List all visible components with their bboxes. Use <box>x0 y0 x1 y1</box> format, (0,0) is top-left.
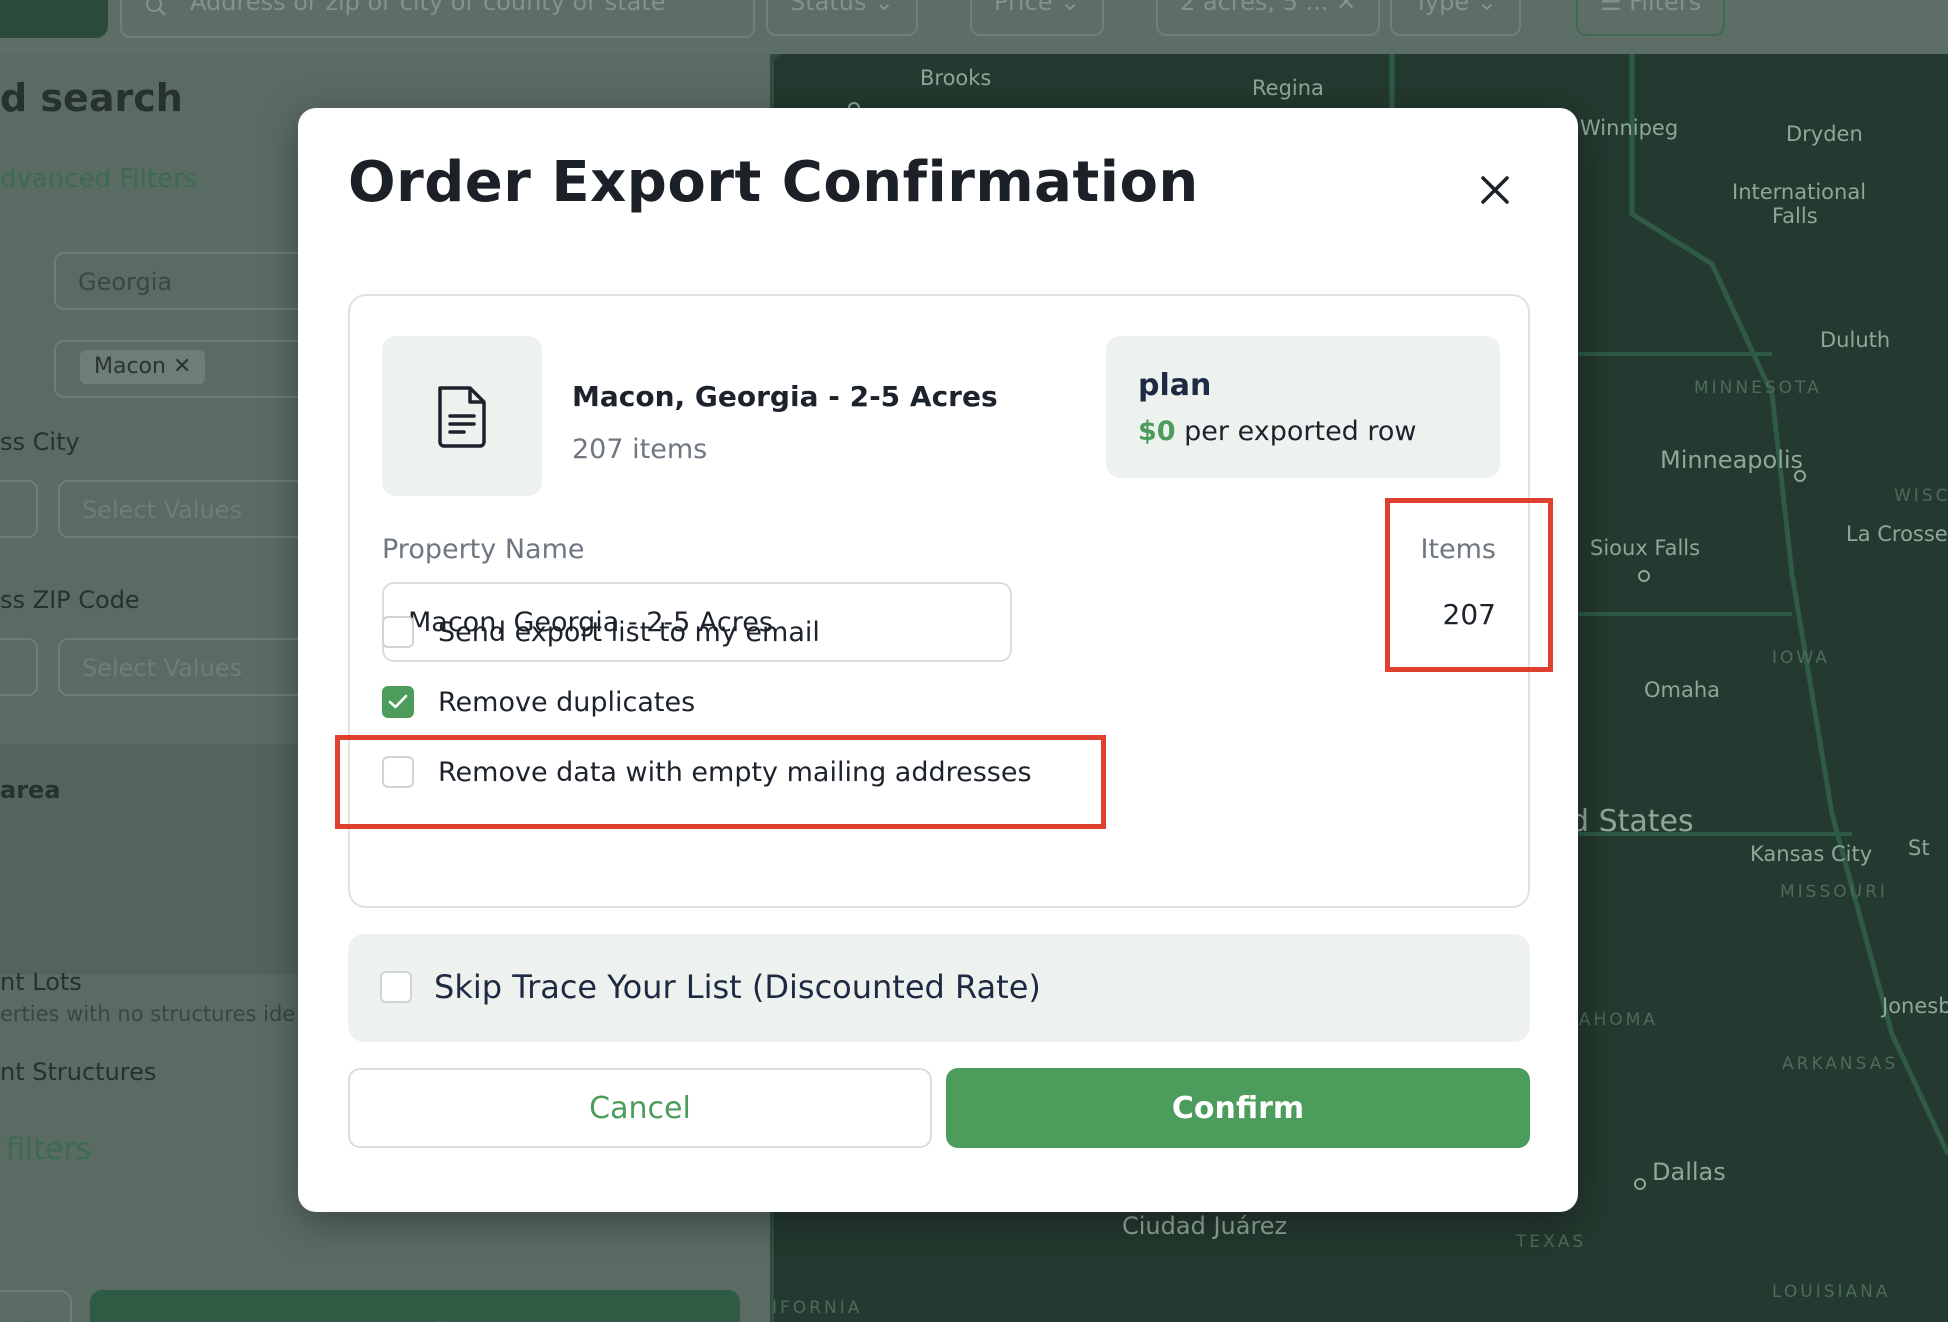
sidebar-title: d search <box>0 76 183 120</box>
map-label-dallas: Dallas <box>1652 1158 1726 1186</box>
send-email-checkbox[interactable] <box>382 616 414 648</box>
remove-duplicates-checkbox[interactable] <box>382 686 414 718</box>
map-label-falls: Falls <box>1772 204 1818 228</box>
remove-empty-mailing-label: Remove data with empty mailing addresses <box>438 756 1032 788</box>
plan-title: plan <box>1138 368 1212 403</box>
plan-box: plan $0 per exported row <box>1106 336 1500 478</box>
price-filter-pill[interactable]: Price ⌄ <box>970 0 1105 36</box>
price-pill-label: Price <box>994 0 1053 16</box>
city-placeholder: Select Values <box>82 496 243 524</box>
filters-button[interactable]: ☰ Filters <box>1576 0 1726 36</box>
skip-trace-checkbox[interactable] <box>380 971 412 1003</box>
map-label-dryden: Dryden <box>1786 122 1863 146</box>
map-state-wisconsin: WISC <box>1894 486 1948 506</box>
send-email-label: Send export list to my email <box>438 616 820 648</box>
county-tag[interactable]: Macon ✕ <box>80 350 206 384</box>
status-pill-label: Status <box>790 0 867 16</box>
remove-empty-mailing-checkbox[interactable] <box>382 756 414 788</box>
plan-price-unit: per exported row <box>1184 416 1417 447</box>
search-icon <box>146 0 166 16</box>
map-label-kansas-city: Kansas City <box>1750 842 1873 866</box>
more-filters-link[interactable]: filters <box>6 1132 91 1167</box>
zip-operator-select[interactable] <box>0 638 38 696</box>
map-state-iowa: IOWA <box>1772 648 1830 668</box>
state-value: Georgia <box>78 268 173 296</box>
menu-button[interactable] <box>0 0 108 38</box>
vacant-lots-label: nt Lots <box>0 968 82 996</box>
document-icon <box>438 386 486 448</box>
size-filter-pill[interactable]: 2 acres, 5 ... ✕ <box>1156 0 1381 36</box>
map-label-minneapolis: Minneapolis <box>1660 446 1804 474</box>
map-state-louisiana: LOUISIANA <box>1772 1282 1891 1302</box>
close-icon[interactable] <box>1473 168 1517 212</box>
map-label-winnipeg: Winnipeg <box>1580 116 1679 140</box>
vacant-structures-label: nt Structures <box>0 1058 157 1086</box>
map-state-minnesota: MINNESOTA <box>1694 378 1822 398</box>
remove-duplicates-option[interactable]: Remove duplicates <box>382 682 695 722</box>
send-email-option[interactable]: Send export list to my email <box>382 612 820 652</box>
confirm-button[interactable]: Confirm <box>946 1068 1530 1148</box>
map-label-la-crosse: La Crosse <box>1846 522 1948 546</box>
top-bar: Address or zip or city or county or stat… <box>0 0 1948 54</box>
type-pill-label: Type <box>1414 0 1470 16</box>
cancel-button[interactable]: Cancel <box>348 1068 932 1148</box>
map-state-california: IFORNIA <box>772 1298 863 1318</box>
filters-label: Filters <box>1629 0 1702 16</box>
area-label: area <box>0 776 61 804</box>
modal-title: Order Export Confirmation <box>348 150 1199 215</box>
zip-placeholder: Select Values <box>82 654 243 682</box>
file-name: Macon, Georgia - 2-5 Acres <box>572 380 998 413</box>
clear-all-button[interactable]: all <box>0 1290 72 1322</box>
plan-price-amount: $0 <box>1138 416 1176 447</box>
export-details-card: Macon, Georgia - 2-5 Acres 207 items pla… <box>348 294 1530 908</box>
map-label-regina: Regina <box>1252 76 1324 100</box>
remove-duplicates-label: Remove duplicates <box>438 686 696 718</box>
file-tile <box>382 336 542 496</box>
map-label-duluth: Duluth <box>1820 328 1891 352</box>
map-label-brooks: Brooks <box>920 66 992 90</box>
vacant-lots-description: erties with no structures ide <box>0 1002 296 1026</box>
plan-price: $0 per exported row <box>1138 416 1417 447</box>
map-state-texas: TEXAS <box>1516 1232 1587 1252</box>
map-state-arkansas: ARKANSAS <box>1782 1054 1899 1074</box>
map-label-international: International <box>1732 180 1867 204</box>
skip-trace-box: Skip Trace Your List (Discounted Rate) <box>348 934 1530 1042</box>
map-label-st: St <box>1908 836 1930 860</box>
property-name-label: Property Name <box>382 534 585 565</box>
map-label-ciudad-juarez: Ciudad Juárez <box>1122 1212 1288 1240</box>
order-export-modal: Order Export Confirmation Macon, Georgia… <box>298 108 1578 1212</box>
items-value: 207 <box>1442 598 1496 631</box>
checkmark-icon <box>388 694 408 709</box>
map-state-missouri: MISSOURI <box>1780 882 1888 902</box>
city-operator-select[interactable] <box>0 480 38 538</box>
advanced-filters-tab[interactable]: dvanced Filters <box>0 164 197 194</box>
status-filter-pill[interactable]: Status ⌄ <box>766 0 919 36</box>
remove-empty-mailing-option[interactable]: Remove data with empty mailing addresses <box>382 752 1032 792</box>
skip-trace-option[interactable]: Skip Trace Your List (Discounted Rate) <box>380 968 1041 1006</box>
file-item-count: 207 items <box>572 434 708 465</box>
city-label: ss City <box>0 428 80 456</box>
county-tag-label: Macon <box>94 354 166 379</box>
search-placeholder: Address or zip or city or county or stat… <box>190 0 666 16</box>
zip-label: ss ZIP Code <box>0 586 140 614</box>
map-label-jonesboro: Jonesb <box>1882 994 1948 1018</box>
items-label: Items <box>1420 534 1496 565</box>
map-state-oklahoma: LAHOMA <box>1566 1010 1658 1030</box>
size-pill-label: 2 acres, 5 ... <box>1180 0 1329 16</box>
map-label-omaha: Omaha <box>1644 678 1721 702</box>
type-filter-pill[interactable]: Type ⌄ <box>1390 0 1521 36</box>
apply-button[interactable]: Apply <box>90 1290 740 1322</box>
skip-trace-label: Skip Trace Your List (Discounted Rate) <box>434 968 1041 1006</box>
map-label-united-states: d States <box>1570 804 1694 839</box>
map-label-sioux-falls: Sioux Falls <box>1590 536 1701 560</box>
